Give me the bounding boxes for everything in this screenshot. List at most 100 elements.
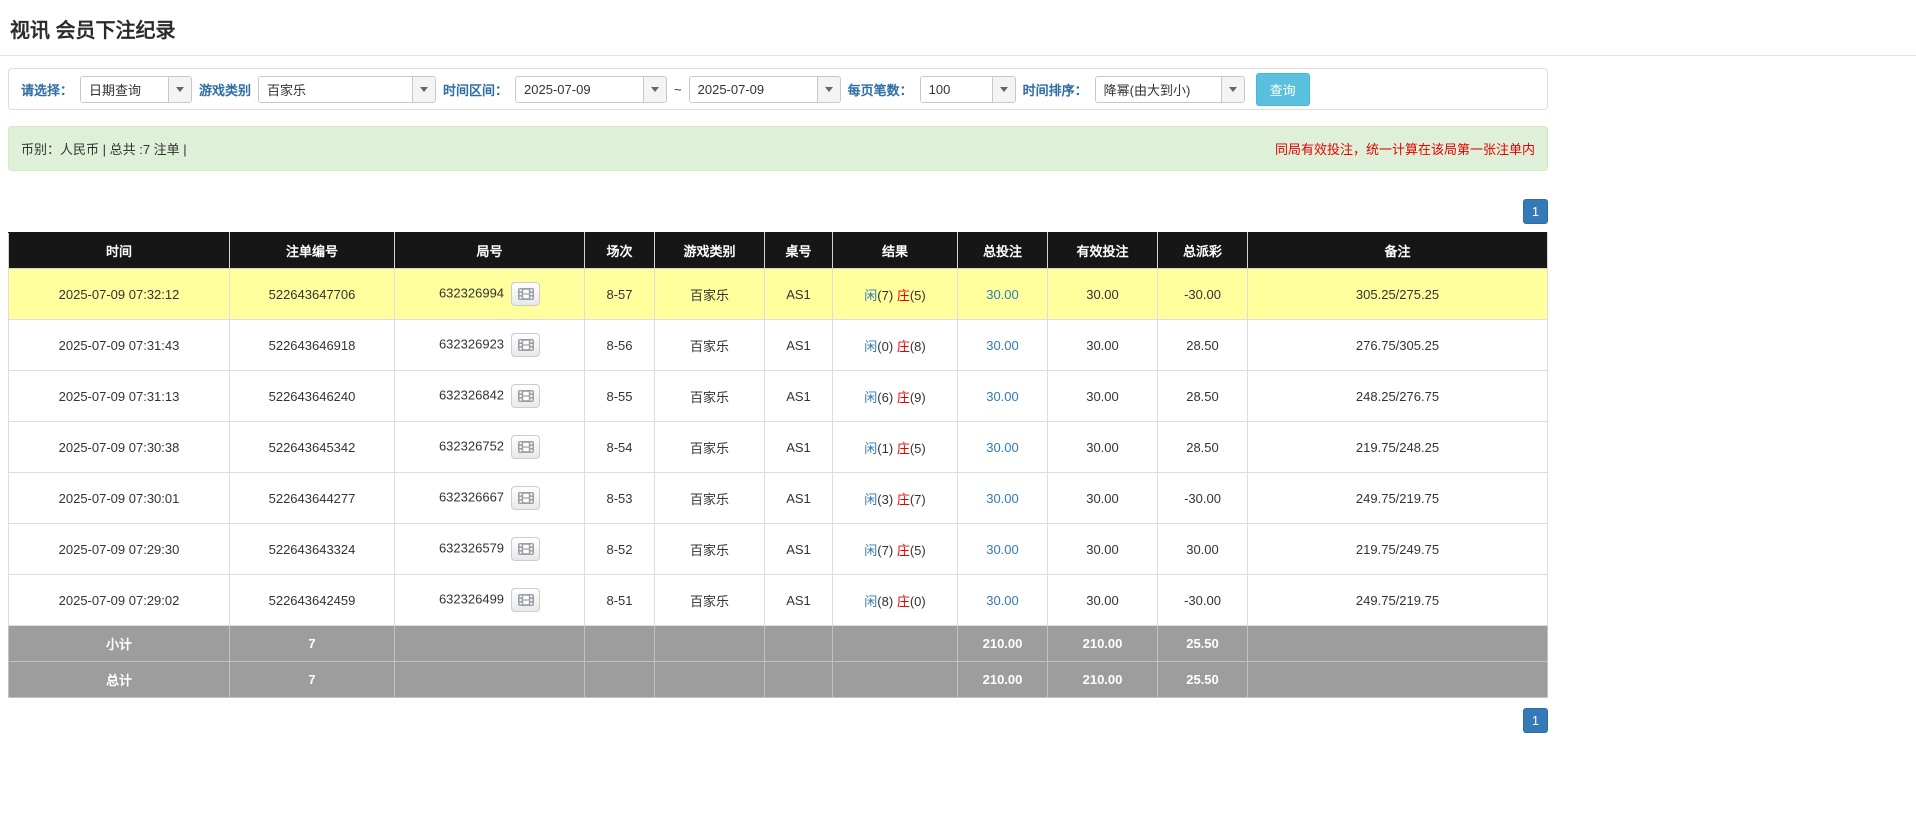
page-size-combo [919,75,1016,103]
cell-order-id: 522643642459 [229,574,395,626]
cell-valid-bet: 30.00 [1047,370,1158,422]
date-to-input[interactable] [689,76,817,102]
video-replay-button[interactable] [511,588,541,612]
sort-label: 时间排序： [1022,82,1088,98]
foot-empty-cell [394,625,585,662]
total-bet-link[interactable]: 30.00 [986,389,1019,404]
result-banker-label: 庄 [896,440,910,456]
video-replay-button[interactable] [511,486,541,510]
foot-empty-cell [584,661,655,698]
total-bet-link[interactable]: 30.00 [986,593,1019,608]
video-replay-icon [517,288,534,300]
game-type-input[interactable] [259,76,413,102]
table-row: 2025-07-09 07:31:13 522643646240 632326842… [8,370,1548,422]
result-player-score: (6) [877,389,894,405]
cell-round-id: 632326842 [394,370,585,422]
video-replay-button[interactable] [511,537,541,561]
result-player-label: 闲 [864,593,878,609]
time-range-label: 时间区间： [443,82,509,98]
result-banker-score: (0) [909,593,926,609]
total-bet-link[interactable]: 30.00 [986,491,1019,506]
cell-round-id: 632326752 [394,421,585,473]
cell-time: 2025-07-09 07:29:30 [8,523,230,575]
date-from-dropdown-button[interactable] [643,76,667,102]
cell-total-bet: 30.00 [957,319,1048,371]
page-size-input[interactable] [920,76,992,102]
sort-input[interactable] [1095,76,1221,102]
sort-dropdown-button[interactable] [1220,76,1244,102]
foot-total-bet: 210.00 [957,661,1048,698]
table-row: 2025-07-09 07:29:02 522643642459 632326499… [8,574,1548,626]
chevron-down-icon [176,86,185,92]
result-player-score: (1) [877,440,894,456]
column-header: 桌号 [764,232,833,269]
cell-total-bet: 30.00 [957,421,1048,473]
cell-valid-bet: 30.00 [1047,574,1158,626]
cell-round-id: 632326923 [394,319,585,371]
foot-valid-bet: 210.00 [1047,661,1158,698]
total-bet-link[interactable]: 30.00 [986,542,1019,557]
result-player-score: (8) [877,593,894,609]
game-type-dropdown-button[interactable] [412,76,436,102]
round-id-text: 632326499 [438,591,505,607]
cell-result: 闲(3) 庄(7) [832,472,958,524]
page-size-dropdown-button[interactable] [991,76,1015,102]
video-replay-button[interactable] [511,282,541,306]
result-banker-label: 庄 [896,338,910,354]
video-replay-icon [517,441,534,453]
foot-count: 7 [229,661,395,698]
total-bet-link[interactable]: 30.00 [986,287,1019,302]
cell-time: 2025-07-09 07:31:43 [8,319,230,371]
cell-order-id: 522643643324 [229,523,395,575]
cell-game-type: 百家乐 [654,370,765,422]
date-to-dropdown-button[interactable] [816,76,840,102]
total-bet-link[interactable]: 30.00 [986,440,1019,455]
page-button-1[interactable]: 1 [1523,199,1548,224]
result-player-label: 闲 [864,389,878,405]
video-replay-button[interactable] [511,333,541,357]
query-mode-dropdown-button[interactable] [168,76,192,102]
cell-time: 2025-07-09 07:31:13 [8,370,230,422]
search-button[interactable]: 查询 [1255,72,1310,106]
cell-order-id: 522643645342 [229,421,395,473]
foot-empty-cell [584,625,655,662]
foot-label: 总计 [8,661,230,698]
cell-total-bet: 30.00 [957,268,1048,320]
page-size-label: 每页笔数： [847,82,913,98]
summary-bar: 币别：人民币 | 总共 :7 注单 | 同局有效投注，统一计算在该局第一张注单内 [8,126,1548,171]
date-from-combo [515,75,668,103]
video-replay-button[interactable] [511,384,541,408]
cell-game-type: 百家乐 [654,472,765,524]
result-banker-label: 庄 [896,287,910,303]
column-header: 结果 [832,232,958,269]
content: 请选择： 游戏类别 时间区间： ~ 每页笔数： [0,68,1548,733]
game-type-label: 游戏类别 [199,82,252,98]
round-id-text: 632326923 [438,336,505,352]
page: 视讯 会员下注纪录 请选择： 游戏类别 时间区间： ~ [0,0,1916,836]
cell-game-type: 百家乐 [654,421,765,473]
result-banker-label: 庄 [896,389,910,405]
total-bet-link[interactable]: 30.00 [986,338,1019,353]
cell-round-id: 632326499 [394,574,585,626]
date-from-input[interactable] [516,76,644,102]
result-player-label: 闲 [864,338,878,354]
select-label: 请选择： [21,82,74,98]
cell-time: 2025-07-09 07:30:01 [8,472,230,524]
column-header: 有效投注 [1047,232,1158,269]
cell-total-bet: 30.00 [957,523,1048,575]
cell-remark: 219.75/248.25 [1247,421,1548,473]
cell-order-id: 522643646240 [229,370,395,422]
subtotal-row: 小计 7 210.00 210.00 25.50 [8,625,1548,662]
total-row: 总计 7 210.00 210.00 25.50 [8,661,1548,698]
chevron-down-icon [999,86,1008,92]
video-replay-icon [517,492,534,504]
cell-payout: -30.00 [1157,472,1248,524]
cell-remark: 305.25/275.25 [1247,268,1548,320]
result-banker-score: (5) [909,287,926,303]
bets-table: 时间 注单编号 局号 场次 游戏类别 桌号 结果 总投注 有效投注 总派彩 备注 2025-07-0… [8,232,1548,698]
cell-game-type: 百家乐 [654,319,765,371]
query-mode-input[interactable] [81,76,169,102]
video-replay-button[interactable] [511,435,541,459]
page-button-1[interactable]: 1 [1523,708,1548,733]
cell-result: 闲(1) 庄(5) [832,421,958,473]
